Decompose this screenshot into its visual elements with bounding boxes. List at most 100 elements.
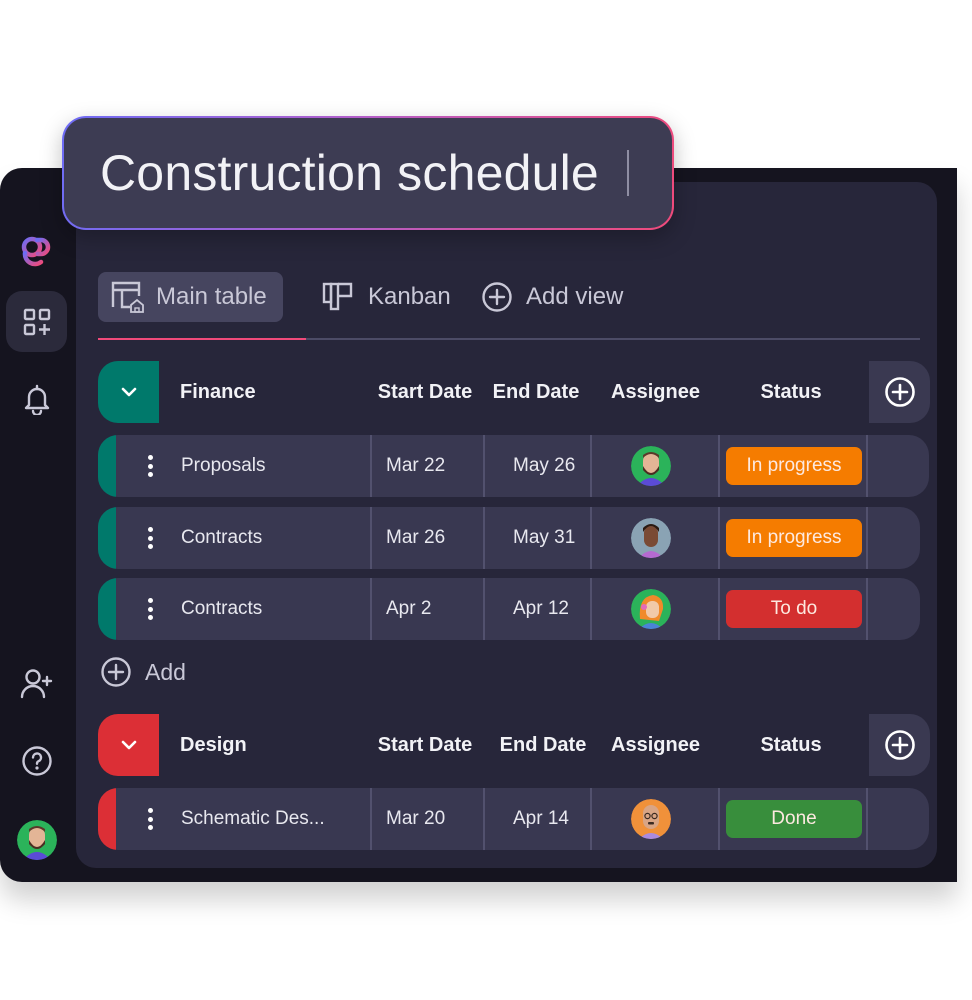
add-item-label: Add	[145, 658, 186, 685]
brand-logo[interactable]	[6, 220, 67, 281]
column-separator	[866, 435, 868, 497]
column-separator	[718, 507, 720, 569]
row-menu-button[interactable]	[140, 805, 160, 833]
add-item-button[interactable]: Add	[100, 656, 186, 688]
kebab-dot	[147, 527, 153, 532]
status-badge[interactable]: In progress	[726, 447, 862, 485]
assignee-avatar[interactable]	[631, 518, 671, 558]
end-date[interactable]: Apr 14	[513, 788, 569, 850]
start-date[interactable]: Mar 22	[386, 435, 445, 497]
column-header-status[interactable]: Status	[726, 714, 856, 776]
column-separator	[718, 435, 720, 497]
add-user-icon	[20, 668, 52, 698]
group-collapse-toggle[interactable]	[98, 361, 159, 423]
column-separator	[370, 578, 372, 640]
help-icon	[21, 745, 52, 776]
group-collapse-toggle[interactable]	[98, 714, 159, 776]
column-separator	[483, 578, 485, 640]
profile-avatar[interactable]	[17, 820, 57, 860]
kebab-dot	[147, 615, 153, 620]
column-header-end-date[interactable]: End Date	[486, 361, 586, 423]
end-date[interactable]: Apr 12	[513, 578, 569, 640]
start-date[interactable]: Mar 20	[386, 788, 445, 850]
kebab-dot	[147, 825, 153, 830]
group-color-stripe	[98, 578, 116, 640]
plus-circle-icon	[101, 657, 131, 687]
task-name[interactable]: Schematic Des...	[181, 788, 325, 850]
group-color-stripe	[98, 788, 116, 850]
column-header-start-date[interactable]: Start Date	[370, 361, 480, 423]
column-separator	[866, 788, 868, 850]
task-name[interactable]: Contracts	[181, 507, 262, 569]
assignee-avatar[interactable]	[631, 446, 671, 486]
group-color-stripe	[98, 435, 116, 497]
table-row[interactable]: Proposals Mar 22 May 26 In progress	[98, 435, 929, 497]
add-column-button[interactable]	[869, 714, 930, 776]
plus-circle-icon	[884, 377, 915, 407]
start-date[interactable]: Apr 2	[386, 578, 431, 640]
sidebar-item-notifications[interactable]	[6, 368, 67, 429]
sidebar	[0, 168, 76, 882]
board-title[interactable]: Construction schedule	[100, 144, 599, 202]
man-avatar-icon	[631, 518, 671, 558]
row-menu-button[interactable]	[140, 452, 160, 480]
status-badge[interactable]: In progress	[726, 519, 862, 557]
table-home-icon	[111, 281, 144, 313]
bearded-man-avatar-icon	[17, 820, 57, 860]
column-separator	[370, 507, 372, 569]
assignee-avatar[interactable]	[631, 589, 671, 629]
table-row[interactable]: Schematic Des... Mar 20 Apr 14 Done	[98, 788, 929, 850]
tab-add-view-label: Add view	[526, 283, 624, 310]
column-separator	[590, 578, 592, 640]
tab-add-view[interactable]: Add view	[481, 272, 623, 322]
sidebar-item-help[interactable]	[6, 730, 67, 791]
status-badge[interactable]: To do	[726, 590, 862, 628]
kebab-dot	[147, 816, 153, 822]
woman-headset-avatar-icon	[631, 589, 671, 629]
bell-icon	[24, 384, 49, 415]
table-row[interactable]: Contracts Mar 26 May 31 In progress	[98, 507, 920, 569]
column-separator	[718, 578, 720, 640]
end-date[interactable]: May 31	[513, 507, 575, 569]
task-name[interactable]: Contracts	[181, 578, 262, 640]
group-name[interactable]: Design	[180, 714, 247, 776]
group-color-stripe	[98, 507, 116, 569]
column-header-start-date[interactable]: Start Date	[370, 714, 480, 776]
column-header-assignee[interactable]: Assignee	[603, 361, 708, 423]
add-column-button[interactable]	[869, 361, 930, 423]
kebab-dot	[147, 472, 153, 477]
column-separator	[370, 788, 372, 850]
logo-icon	[21, 236, 50, 266]
start-date[interactable]: Mar 26	[386, 507, 445, 569]
sidebar-item-invite[interactable]	[6, 653, 67, 714]
assignee-avatar[interactable]	[631, 799, 671, 839]
task-name[interactable]: Proposals	[181, 435, 266, 497]
kanban-icon	[322, 282, 353, 311]
column-separator	[866, 507, 868, 569]
kebab-dot	[147, 606, 153, 612]
column-separator	[866, 578, 868, 640]
add-widget-icon	[23, 308, 50, 335]
tab-kanban[interactable]: Kanban	[322, 272, 451, 322]
group-name[interactable]: Finance	[180, 361, 256, 423]
text-caret	[626, 150, 629, 196]
chevron-down-icon	[121, 387, 136, 397]
kebab-dot	[147, 544, 153, 549]
column-separator	[370, 435, 372, 497]
column-header-assignee[interactable]: Assignee	[603, 714, 708, 776]
board-title-card[interactable]: Construction schedule	[62, 116, 674, 230]
column-separator	[590, 435, 592, 497]
sidebar-item-apps[interactable]	[6, 291, 67, 352]
status-badge[interactable]: Done	[726, 800, 862, 838]
table-row[interactable]: Contracts Apr 2 Apr 12 To do	[98, 578, 920, 640]
tab-main-table[interactable]: Main table	[98, 272, 283, 322]
chevron-down-icon	[121, 740, 136, 750]
row-menu-button[interactable]	[140, 595, 160, 623]
column-separator	[483, 788, 485, 850]
column-separator	[483, 507, 485, 569]
column-header-end-date[interactable]: End Date	[493, 714, 593, 776]
column-header-status[interactable]: Status	[726, 361, 856, 423]
row-menu-button[interactable]	[140, 524, 160, 552]
kebab-dot	[147, 463, 153, 469]
end-date[interactable]: May 26	[513, 435, 575, 497]
